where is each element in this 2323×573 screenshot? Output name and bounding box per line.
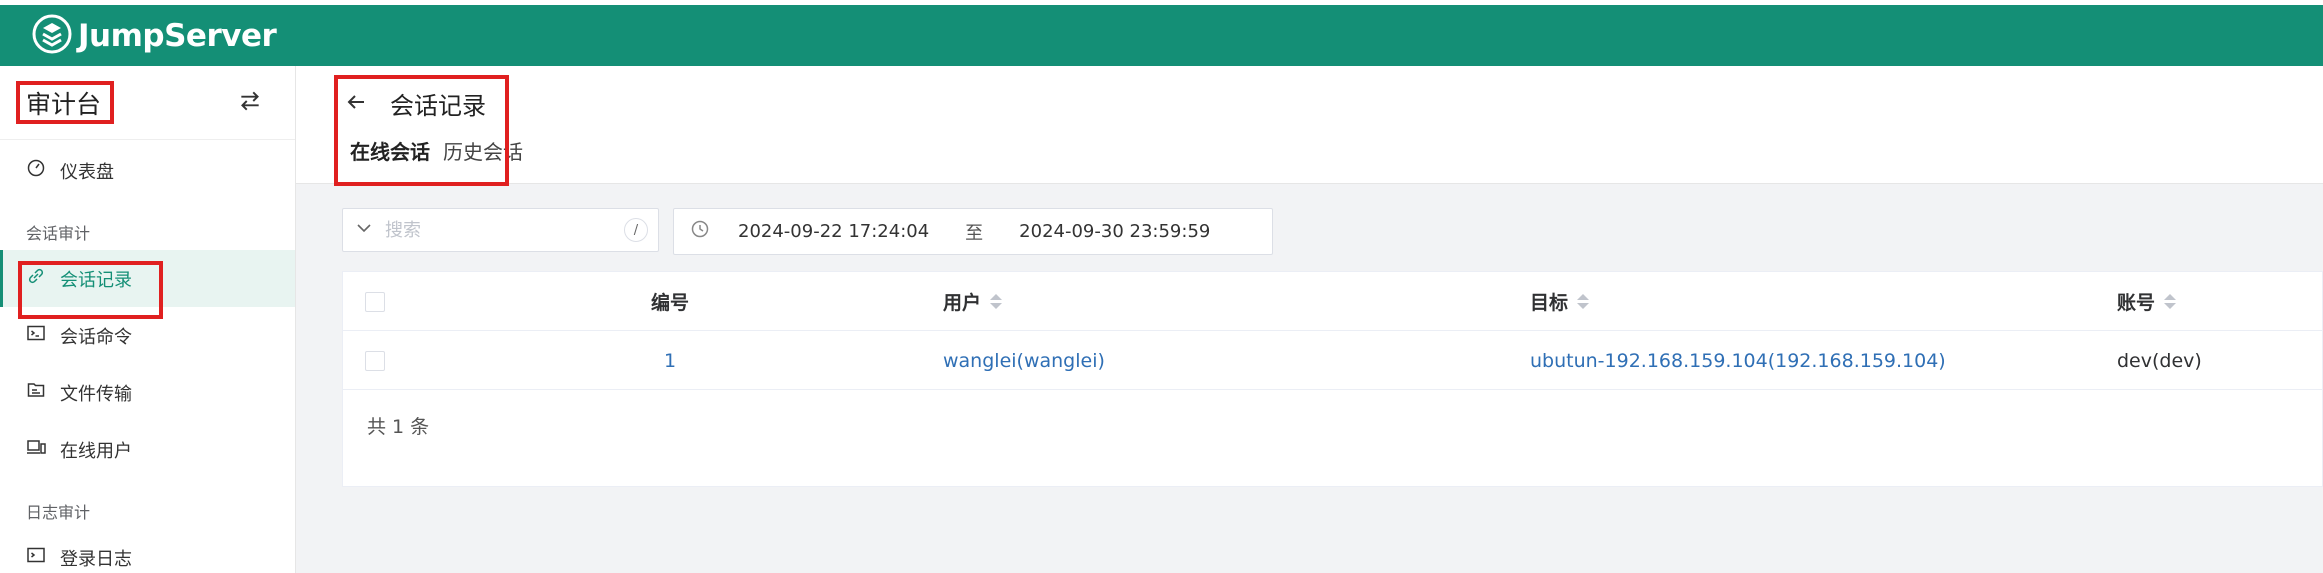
link-icon (26, 266, 46, 291)
column-header-target[interactable]: 目标 (1530, 272, 1590, 331)
page-title: 会话记录 (390, 92, 486, 120)
column-header-id: 编号 (651, 292, 690, 314)
table-total: 共 1 条 (367, 416, 430, 438)
tab-online-sessions[interactable]: 在线会话 (350, 136, 430, 175)
top-navbar: JumpServer (0, 5, 2323, 66)
file-transfer-icon (26, 380, 46, 405)
sessions-table: 编号 用户 目标 账号 1 wanglei(wanglei) ubutun-19… (342, 271, 2323, 487)
sidebar-item-session-commands[interactable]: 会话命令 (0, 307, 295, 364)
view-title: 审计台 (26, 89, 102, 119)
terminal-icon (26, 323, 46, 348)
search-input[interactable] (385, 219, 605, 241)
logo[interactable]: JumpServer (32, 14, 277, 58)
sidebar-item-label: 仪表盘 (60, 161, 114, 183)
sort-icon[interactable] (990, 294, 1003, 309)
column-header-account[interactable]: 账号 (2117, 272, 2177, 331)
date-range-picker[interactable]: 2024-09-22 17:24:04 至 2024-09-30 23:59:5… (673, 208, 1273, 255)
sidebar-item-label: 文件传输 (60, 383, 132, 405)
select-all-checkbox[interactable] (365, 291, 385, 312)
sort-icon[interactable] (2164, 294, 2177, 309)
column-header-user[interactable]: 用户 (943, 272, 1003, 331)
column-header-label: 目标 (1530, 292, 1569, 314)
sidebar-item-dashboard[interactable]: 仪表盘 (0, 142, 295, 199)
title-row: 会话记录 (344, 86, 486, 121)
clock-icon (690, 219, 738, 244)
row-select-cell (365, 331, 385, 390)
sidebar-item-label: 登录日志 (60, 548, 132, 570)
cell-account: dev(dev) (2117, 349, 2202, 372)
table-row[interactable]: 1 wanglei(wanglei) ubutun-192.168.159.10… (343, 331, 2322, 390)
date-separator: 至 (965, 222, 984, 244)
cell-target[interactable]: ubutun-192.168.159.104(192.168.159.104) (1530, 331, 1946, 390)
tab-history-sessions[interactable]: 历史会话 (443, 136, 523, 175)
dashboard-icon (26, 158, 46, 183)
sidebar-group-session-audit: 会话审计 (26, 224, 91, 243)
app-name: JumpServer (78, 17, 277, 54)
devices-icon (26, 437, 46, 462)
app-window: JumpServer 审计台 仪表盘 会话审计 会话记录 会话命令 文件传输 在… (0, 0, 2323, 573)
jumpserver-logo-icon (32, 14, 72, 58)
sidebar-item-label: 在线用户 (60, 440, 132, 462)
sidebar-item-label: 会话记录 (60, 269, 132, 291)
sidebar-item-file-transfer[interactable]: 文件传输 (0, 364, 295, 421)
page-header: 会话记录 在线会话 历史会话 (296, 66, 2323, 184)
cell-user[interactable]: wanglei(wanglei) (943, 331, 1105, 390)
sidebar-item-label: 会话命令 (60, 326, 132, 348)
date-start[interactable]: 2024-09-22 17:24:04 (738, 221, 929, 242)
filter-bar: / 2024-09-22 17:24:04 至 2024-09-30 23:59… (342, 208, 1273, 255)
sidebar: 审计台 仪表盘 会话审计 会话记录 会话命令 文件传输 在线用户 日志审计 登录… (0, 66, 296, 573)
select-all-cell (365, 272, 385, 331)
table-header-row: 编号 用户 目标 账号 (343, 272, 2322, 331)
sidebar-item-online-users[interactable]: 在线用户 (0, 421, 295, 478)
sidebar-group-log-audit: 日志审计 (26, 503, 91, 522)
login-log-icon (26, 545, 46, 570)
back-arrow-icon[interactable] (344, 90, 368, 118)
date-end[interactable]: 2024-09-30 23:59:59 (1019, 221, 1210, 242)
sidebar-item-login-log[interactable]: 登录日志 (0, 529, 295, 573)
sidebar-item-session-records[interactable]: 会话记录 (0, 250, 295, 307)
search-shortcut-hint: / (624, 218, 648, 242)
row-checkbox[interactable] (365, 350, 385, 371)
tabs: 在线会话 历史会话 (350, 136, 523, 175)
sidebar-header: 审计台 (0, 66, 295, 140)
chevron-down-icon[interactable] (355, 219, 373, 241)
main-content: 会话记录 在线会话 历史会话 / 2024-09-22 17:24:04 至 (296, 66, 2323, 573)
cell-id[interactable]: 1 (664, 331, 676, 390)
sort-icon[interactable] (1577, 294, 1590, 309)
column-header-label: 用户 (943, 292, 982, 314)
search-box[interactable]: / (342, 208, 659, 252)
switch-view-icon[interactable] (237, 88, 263, 118)
column-header-label: 账号 (2117, 292, 2156, 314)
